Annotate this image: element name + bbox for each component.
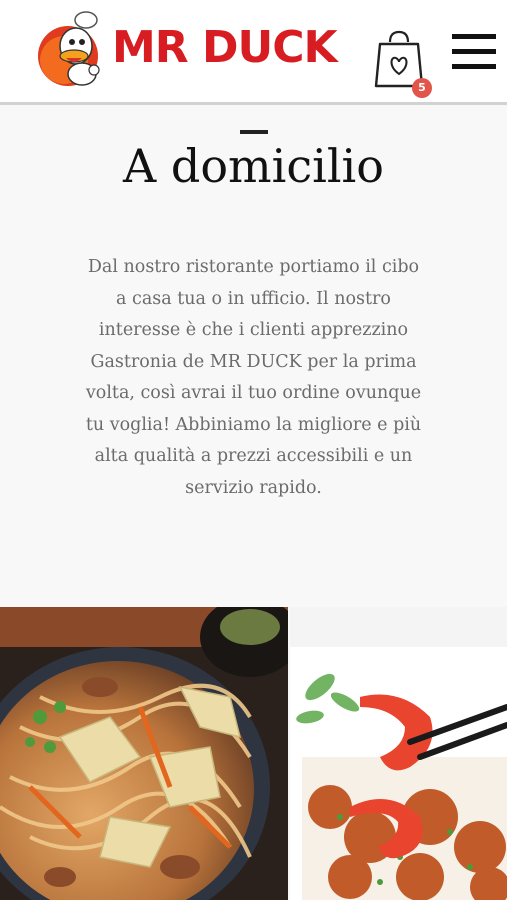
shrimp-dish-photo xyxy=(290,607,507,900)
duck-mascot-logo[interactable] xyxy=(36,10,106,88)
title-accent-dash xyxy=(240,130,268,134)
page-title: A domicilio xyxy=(123,139,384,193)
stir-fried-noodles-photo xyxy=(0,607,288,900)
delivery-description: Dal nostro ristorante portiamo il cibo a… xyxy=(85,257,422,498)
header-divider xyxy=(0,102,507,105)
hamburger-menu-icon[interactable] xyxy=(452,32,496,72)
site-header: MR DUCK 5 xyxy=(0,0,507,102)
brand-name[interactable]: MR DUCK xyxy=(112,22,338,74)
cart-count-badge: 5 xyxy=(412,78,432,98)
